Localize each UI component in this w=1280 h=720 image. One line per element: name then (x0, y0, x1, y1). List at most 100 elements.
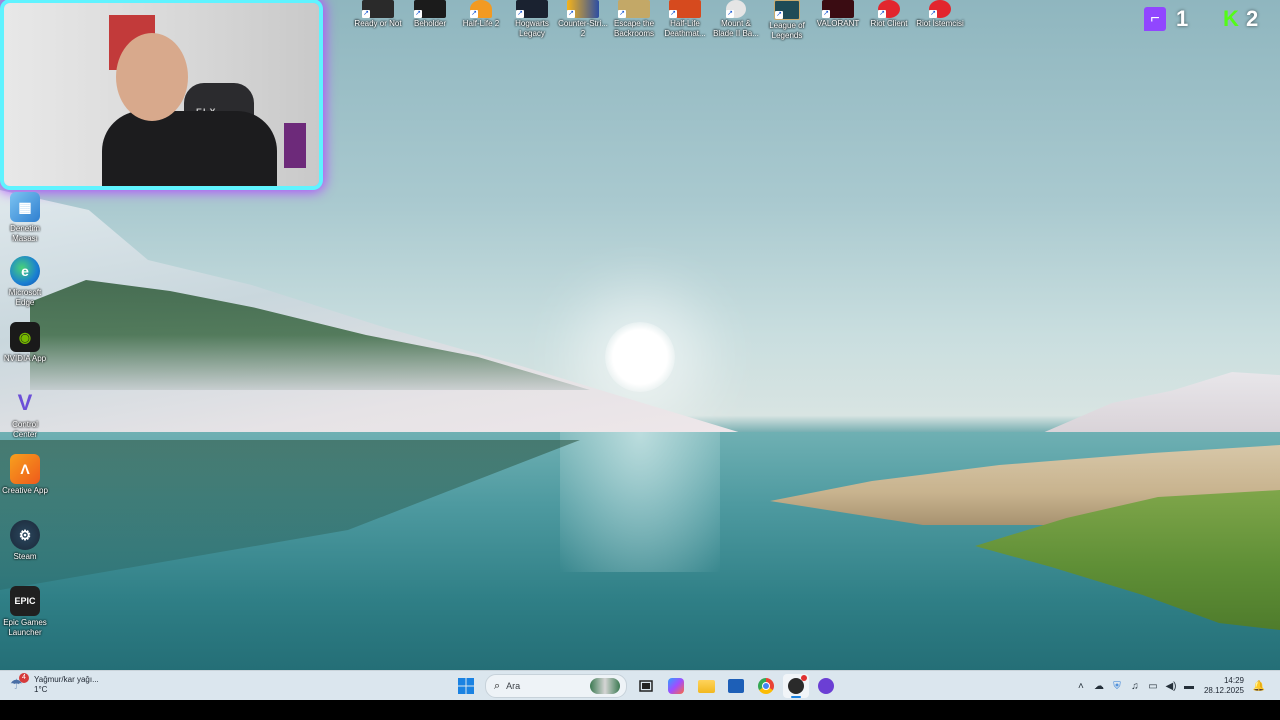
epic-games-icon: EPIC (10, 586, 40, 616)
desktop-icon-label: Epic Games Launcher (3, 618, 47, 637)
desktop-icon-label: Half-Life 2 (462, 19, 500, 28)
taskbar-app-purple[interactable] (813, 674, 839, 698)
battery-icon[interactable]: ▬ (1180, 681, 1198, 692)
taskbar-apps: ⌕ Ara (451, 674, 841, 698)
sun (605, 322, 675, 392)
person-body (102, 111, 277, 186)
desktop-icon-label: Ready or Not (354, 19, 402, 28)
chrome-icon (758, 678, 774, 694)
start-button[interactable] (453, 674, 479, 698)
league-of-legends-icon: ↗ (774, 0, 800, 20)
desktop-icon-hogwarts-legacy[interactable]: ↗ Hogwarts Legacy (506, 0, 558, 39)
desktop-icon-label: Counter-Stri... 2 (558, 19, 608, 38)
notification-bell-icon[interactable]: 🔔 (1250, 681, 1268, 692)
snowy-hills-right (1040, 372, 1280, 434)
control-panel-icon: ▦ (10, 192, 40, 222)
escape-backrooms-icon: ↗ (618, 0, 650, 18)
desktop-icon-label: Creative App (2, 486, 48, 495)
desktop-icon-mount-blade[interactable]: ↗ Mount & Blade II Ba... (710, 0, 762, 39)
purple-app-icon (818, 678, 834, 694)
desktop-icon-label: Steam (13, 552, 37, 561)
desktop-icon-riot-istemcisi[interactable]: ↗ Riot İstemcisi (914, 0, 966, 29)
desktop-icon-control-panel[interactable]: ▦ Denetim Masası (0, 192, 50, 244)
clock[interactable]: 14:29 28.12.2025 (1204, 676, 1244, 696)
weather-icon: ☂ 4 (10, 673, 29, 694)
taskbar-store[interactable] (723, 674, 749, 698)
desktop-icon-creative-app[interactable]: Λ Creative App (0, 454, 50, 496)
valorant-icon: ↗ (822, 0, 854, 18)
desktop-icon-label: Escape the Backrooms (613, 19, 655, 38)
shield-icon[interactable]: ⛨ (1108, 681, 1126, 692)
desktop-icon-riot-client[interactable]: ↗ Riot Client (863, 0, 915, 29)
desktop-icon-label: VALORANT (816, 19, 860, 28)
desktop-icon-microsoft-edge[interactable]: e Microsoft Edge (0, 256, 50, 308)
folder-icon (697, 679, 715, 693)
webcam-overlay: ELX (4, 3, 319, 186)
desktop-icon-steam[interactable]: ⚙ Steam (0, 520, 50, 562)
desktop-icon-counter-strike-2[interactable]: ↗ Counter-Stri... 2 (557, 0, 609, 39)
riot-client-icon: ↗ (878, 0, 900, 18)
desktop-icon-label: Riot Client (870, 19, 908, 28)
desktop-icon-label: Denetim Masası (10, 224, 40, 243)
taskbar-copilot[interactable] (663, 674, 689, 698)
weather-condition: Yağmur/kar yağı... (34, 675, 99, 684)
desktop-icon-control-center[interactable]: V Control Center (0, 388, 50, 440)
beholder-icon: ↗ (414, 0, 446, 18)
desktop-icon-valorant[interactable]: ↗ VALORANT (812, 0, 864, 29)
desktop-icon-label: Mount & Blade II Ba... (713, 19, 759, 38)
kick-count: 2 (1246, 6, 1259, 31)
lake-glow (560, 432, 720, 572)
chevron-up-icon[interactable]: ˄ (1072, 681, 1090, 692)
desktop-icon-label: NVIDIA App (3, 354, 47, 363)
search-placeholder: Ara (506, 681, 521, 691)
ready-or-not-icon: ↗ (362, 0, 394, 18)
desktop-icon-label: Half-Life Deathmat... (664, 19, 706, 38)
weather-text: Yağmur/kar yağı... 1°C (34, 675, 99, 695)
bottom-black-bar (0, 700, 1280, 720)
nvidia-icon: ◉ (10, 322, 40, 352)
desktop-icon-label: Control Center (12, 420, 38, 439)
store-icon (728, 679, 744, 693)
desktop-icon-label: League of Legends (769, 21, 805, 40)
desktop-icon-ready-or-not[interactable]: ↗ Ready or Not (352, 0, 404, 29)
weather-temperature: 1°C (34, 685, 48, 694)
kick-viewer-counter: K 2 (1220, 6, 1258, 32)
half-life-2-icon: ↗ (470, 0, 492, 18)
task-view-icon (639, 680, 653, 692)
forest (30, 280, 590, 390)
desktop-icon-escape-backrooms[interactable]: ↗ Escape the Backrooms (608, 0, 660, 39)
desktop-icon-nvidia-app[interactable]: ◉ NVIDIA App (0, 322, 50, 364)
weather-widget[interactable]: ☂ 4 Yağmur/kar yağı... 1°C (10, 673, 99, 695)
hogwarts-legacy-icon: ↗ (516, 0, 548, 18)
desktop-icon-label: Hogwarts Legacy (515, 19, 549, 38)
copilot-icon (668, 678, 684, 694)
search-highlight-image (590, 678, 620, 694)
desktop-icon-epic-games[interactable]: EPIC Epic Games Launcher (0, 586, 50, 638)
desktop-icon-label: Beholder (413, 19, 447, 28)
taskbar-file-explorer[interactable] (693, 674, 719, 698)
desktop-icon-half-life-deathmatch[interactable]: ↗ Half-Life Deathmat... (659, 0, 711, 39)
desktop-icon-half-life-2[interactable]: ↗ Half-Life 2 (455, 0, 507, 29)
cloud-off-icon[interactable]: ☁ (1090, 681, 1108, 692)
edge-icon: e (10, 256, 40, 286)
riot-client-icon: ↗ (929, 0, 951, 18)
counter-strike-2-icon: ↗ (567, 0, 599, 18)
desktop-icon-league-of-legends[interactable]: ↗ League of Legends (761, 0, 813, 41)
taskbar-obs[interactable] (783, 674, 809, 698)
twitch-count: 1 (1176, 6, 1189, 31)
search-box[interactable]: ⌕ Ara (485, 674, 627, 698)
desktop-icon-beholder[interactable]: ↗ Beholder (404, 0, 456, 29)
network-icon[interactable]: ▭ (1144, 681, 1162, 692)
taskbar-chrome[interactable] (753, 674, 779, 698)
desktop-icon-label: Riot İstemcisi (916, 19, 964, 28)
kick-icon: K (1223, 6, 1239, 31)
webcam-purple-object (284, 123, 306, 168)
weather-notification-badge: 4 (19, 673, 29, 683)
task-view-button[interactable] (633, 674, 659, 698)
person-head (116, 33, 188, 121)
system-tray: ˄ ☁ ⛨ ♫ ▭ ◀) ▬ 14:29 28.12.2025 🔔 (1072, 674, 1268, 698)
control-center-icon: V (17, 390, 33, 415)
clock-time: 14:29 (1223, 676, 1244, 685)
microphone-icon[interactable]: ♫ (1126, 681, 1144, 692)
volume-icon[interactable]: ◀) (1162, 681, 1180, 692)
